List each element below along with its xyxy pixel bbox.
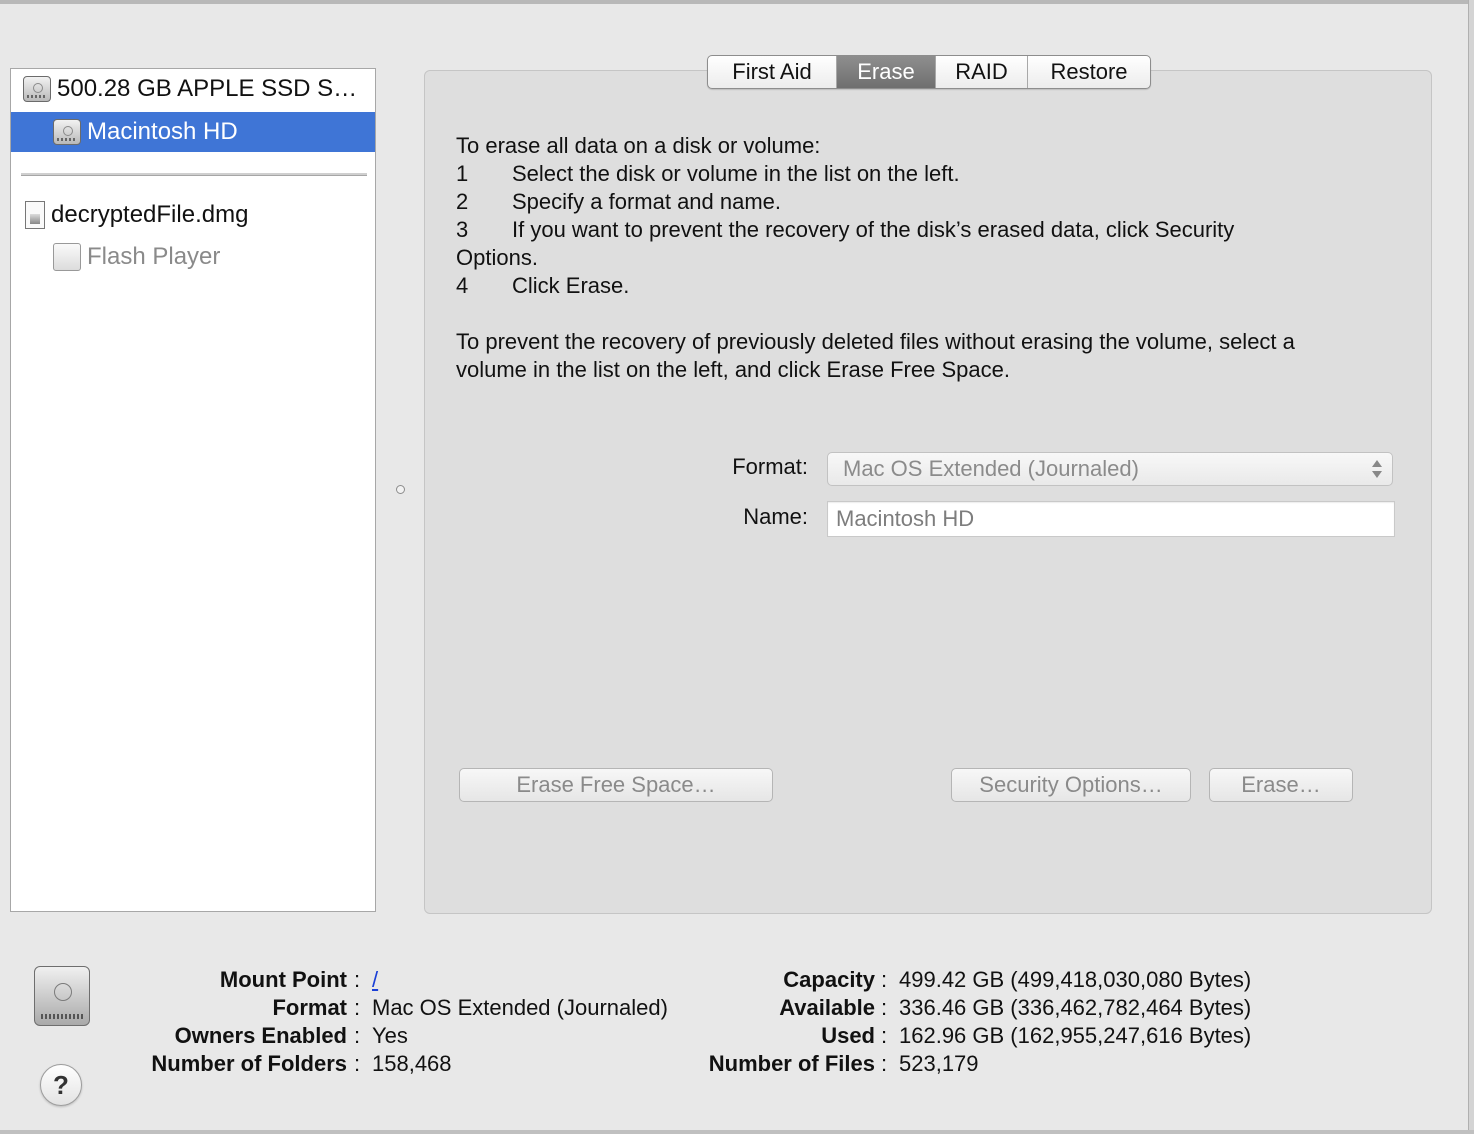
info-colon: :: [354, 967, 361, 992]
info-value: 499.42 GB (499,418,030,080 Bytes): [899, 967, 1252, 992]
step-text: Select the disk or volume in the list on…: [512, 161, 960, 186]
step-text-continuation: Options.: [456, 245, 538, 270]
info-value: 336.46 GB (336,462,782,464 Bytes): [899, 995, 1252, 1020]
info-value: 523,179: [899, 1051, 979, 1076]
format-label: Format:: [732, 454, 808, 479]
info-value: 162.96 GB (162,955,247,616 Bytes): [899, 1023, 1252, 1048]
split-view-resize-handle[interactable]: [396, 485, 405, 494]
info-owners-enabled: Owners Enabled : Yes: [0, 1022, 700, 1050]
info-mount-point: Mount Point : /: [0, 966, 700, 994]
info-label: Capacity: [783, 967, 875, 992]
instruction-step: 1 Select the disk or volume in the list …: [456, 160, 1406, 188]
info-colon: :: [354, 1051, 361, 1076]
info-label: Format: [272, 995, 347, 1020]
info-colon: :: [881, 1051, 888, 1076]
info-number-of-folders: Number of Folders : 158,468: [0, 1050, 700, 1078]
step-text: If you want to prevent the recovery of t…: [512, 217, 1235, 242]
instruction-step: 3 If you want to prevent the recovery of…: [456, 216, 1406, 244]
free-space-instructions-line1: To prevent the recovery of previously de…: [456, 329, 1295, 354]
erase-instructions: To erase all data on a disk or volume: 1…: [456, 132, 1406, 384]
tab-erase[interactable]: Erase: [837, 56, 936, 88]
hard-drive-icon: [23, 76, 51, 102]
step-number: 1: [456, 161, 469, 186]
tab-bar: First Aid Erase RAID Restore: [707, 55, 1151, 89]
step-number: 3: [456, 217, 469, 242]
step-number: 2: [456, 189, 469, 214]
sidebar-item-flash-player[interactable]: Flash Player: [11, 237, 375, 277]
erase-free-space-button[interactable]: Erase Free Space…: [459, 768, 773, 802]
info-colon: :: [354, 1023, 361, 1048]
info-capacity: Capacity : 499.42 GB (499,418,030,080 By…: [620, 966, 1320, 994]
erase-button[interactable]: Erase…: [1209, 768, 1353, 802]
tab-raid[interactable]: RAID: [936, 56, 1028, 88]
disk-image-file-icon: [25, 201, 45, 229]
sidebar-item-decrypted-file[interactable]: decryptedFile.dmg: [11, 195, 375, 235]
info-label: Mount Point: [219, 967, 347, 992]
info-colon: :: [881, 967, 888, 992]
info-colon: :: [354, 995, 361, 1020]
info-label: Number of Folders: [151, 1051, 347, 1076]
info-label: Used: [821, 1023, 875, 1048]
hard-drive-icon: [53, 119, 81, 145]
info-format: Format : Mac OS Extended (Journaled): [0, 994, 700, 1022]
step-text: Click Erase.: [512, 273, 630, 298]
info-value: 158,468: [372, 1051, 452, 1076]
info-value: Yes: [372, 1023, 408, 1048]
disk-list-sidebar[interactable]: 500.28 GB APPLE SSD S… Macintosh HD decr…: [10, 68, 376, 912]
disk-volume-icon: [53, 243, 81, 271]
format-select[interactable]: Mac OS Extended (Journaled): [827, 452, 1393, 486]
sidebar-item-macintosh-hd[interactable]: Macintosh HD: [11, 112, 375, 152]
sidebar-divider: [21, 173, 367, 176]
tab-first-aid[interactable]: First Aid: [708, 56, 837, 88]
instructions-intro: To erase all data on a disk or volume:: [456, 133, 821, 158]
tab-restore[interactable]: Restore: [1028, 56, 1150, 88]
window-top-edge: [0, 0, 1474, 4]
name-field[interactable]: Macintosh HD: [827, 501, 1395, 537]
security-options-button[interactable]: Security Options…: [951, 768, 1191, 802]
window-bottom-edge: [0, 1130, 1474, 1134]
sidebar-item-label: decryptedFile.dmg: [51, 201, 249, 228]
info-colon: :: [881, 1023, 888, 1048]
instruction-step: 2 Specify a format and name.: [456, 188, 1406, 216]
sidebar-item-label: 500.28 GB APPLE SSD S…: [57, 75, 358, 102]
info-available: Available : 336.46 GB (336,462,782,464 B…: [620, 994, 1320, 1022]
format-select-value: Mac OS Extended (Journaled): [843, 456, 1139, 481]
name-label: Name:: [743, 504, 808, 529]
info-colon: :: [881, 995, 888, 1020]
up-down-arrows-icon: [1372, 458, 1382, 480]
sidebar-item-apple-ssd[interactable]: 500.28 GB APPLE SSD S…: [11, 69, 375, 109]
sidebar-item-label: Macintosh HD: [87, 118, 238, 145]
instruction-step: 4 Click Erase.: [456, 272, 1406, 300]
window-right-edge: [1468, 0, 1474, 1134]
mount-point-link[interactable]: /: [372, 966, 378, 994]
free-space-instructions-line2: volume in the list on the left, and clic…: [456, 357, 1010, 382]
step-text: Specify a format and name.: [512, 189, 782, 214]
info-used: Used : 162.96 GB (162,955,247,616 Bytes): [620, 1022, 1320, 1050]
info-label: Available: [779, 995, 875, 1020]
step-number: 4: [456, 273, 469, 298]
info-label: Number of Files: [708, 1051, 875, 1076]
sidebar-item-label: Flash Player: [87, 243, 221, 270]
info-label: Owners Enabled: [174, 1023, 347, 1048]
info-number-of-files: Number of Files : 523,179: [620, 1050, 1320, 1078]
